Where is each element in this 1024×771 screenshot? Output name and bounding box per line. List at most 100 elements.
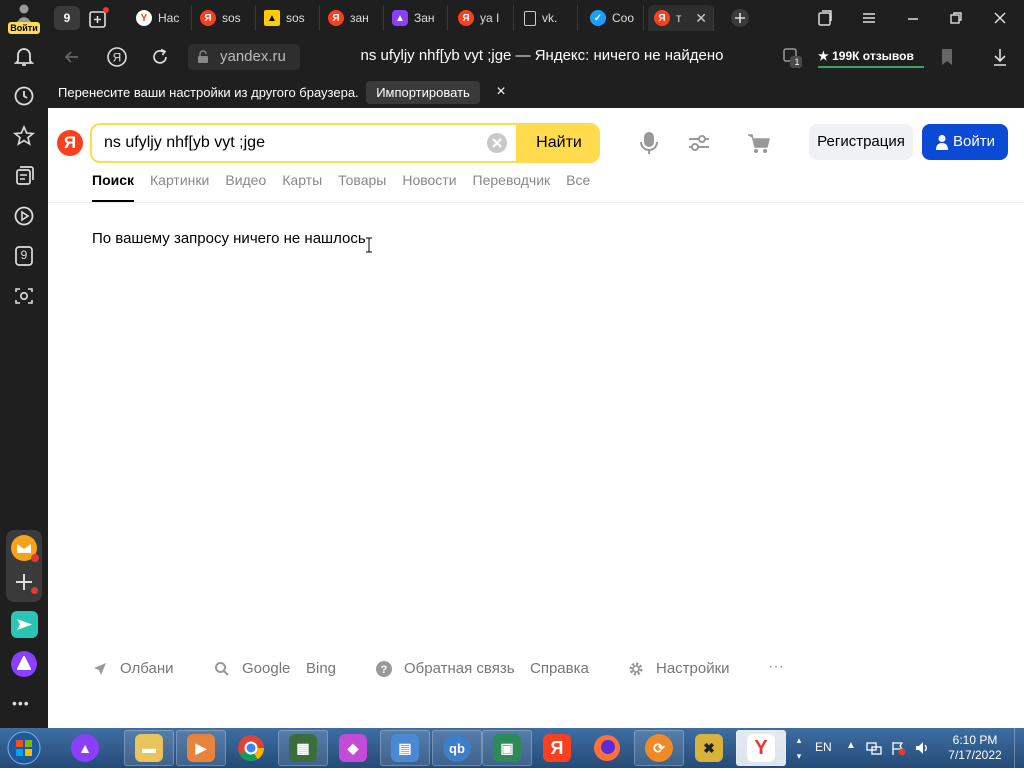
new-tab-group-icon[interactable]: [88, 7, 110, 29]
new-tab-plus-icon[interactable]: [730, 8, 750, 28]
tray-volume-icon[interactable]: [914, 740, 930, 756]
taskbar-media-player[interactable]: ▶: [176, 730, 226, 766]
menu-hamburger-icon[interactable]: [860, 9, 878, 27]
tab-search[interactable]: Поиск: [92, 172, 135, 202]
tabs-panel-icon[interactable]: [816, 9, 834, 27]
add-app-icon[interactable]: [12, 570, 38, 594]
import-button[interactable]: Импортировать: [366, 81, 480, 104]
control-panel-icon: ▤: [391, 734, 419, 762]
search-filters-sliders-icon[interactable]: [686, 132, 712, 154]
tab-products[interactable]: Товары: [338, 172, 386, 202]
reload-icon[interactable]: [149, 46, 171, 68]
collections-icon[interactable]: [12, 164, 36, 188]
footer-more-icon[interactable]: ···: [768, 658, 784, 676]
tab-2[interactable]: Я sos: [194, 5, 256, 31]
search-magnifier-icon: [215, 661, 229, 676]
back-arrow-icon[interactable]: [62, 47, 82, 67]
language-indicator[interactable]: EN: [815, 740, 832, 754]
tab-counter-icon[interactable]: 9: [12, 244, 36, 268]
yandex-home-icon[interactable]: Я: [106, 46, 128, 68]
search-submit-button[interactable]: Найти: [516, 125, 598, 161]
tab-label: Зан: [414, 11, 435, 25]
clear-query-icon[interactable]: [486, 132, 508, 154]
register-button[interactable]: Регистрация: [809, 124, 913, 160]
taskbar-yandex-browser-active[interactable]: Y: [736, 730, 786, 766]
tab-6[interactable]: Я ya I: [452, 5, 514, 31]
footer-help-link[interactable]: Справка: [530, 660, 589, 677]
tab-images[interactable]: Картинки: [150, 172, 209, 202]
taskbar-chrome[interactable]: [226, 730, 276, 766]
taskbar-alice[interactable]: ▲: [60, 730, 110, 766]
bookmark-icon[interactable]: [938, 47, 956, 67]
footer-settings-link[interactable]: Настройки: [628, 660, 730, 677]
download-manager-icon: ⟳: [645, 734, 673, 762]
start-button[interactable]: [4, 730, 44, 766]
url-field[interactable]: yandex.ru: [188, 44, 300, 70]
taskbar-task-manager[interactable]: ▦: [278, 730, 328, 766]
close-window-icon[interactable]: [991, 9, 1009, 27]
messenger-app-icon[interactable]: [11, 611, 38, 638]
tab-label: Нас: [158, 11, 180, 25]
taskbar-firefox[interactable]: [582, 730, 632, 766]
downloads-icon[interactable]: [991, 47, 1009, 67]
login-button[interactable]: Войти: [922, 124, 1008, 160]
tab-count-button[interactable]: 9: [54, 6, 80, 30]
tray-network-icon[interactable]: [866, 740, 882, 756]
footer-location[interactable]: Олбани: [92, 660, 174, 677]
tab-3[interactable]: ▲ sos: [258, 5, 320, 31]
taskbar-qbittorrent[interactable]: qb: [432, 730, 482, 766]
taskbar-game[interactable]: ✖: [684, 730, 734, 766]
taskbar-app-gem[interactable]: ◆: [328, 730, 378, 766]
voice-search-microphone-icon[interactable]: [638, 130, 660, 156]
tab-4[interactable]: Я зан: [322, 5, 384, 31]
tab-close-icon[interactable]: ✕: [695, 10, 707, 27]
tab-all[interactable]: Все: [566, 172, 590, 202]
lock-icon[interactable]: [196, 50, 210, 64]
yandex-logo[interactable]: Я: [57, 130, 83, 156]
tray-action-center-flag-icon[interactable]: [890, 740, 906, 756]
tab-8[interactable]: ✓ Coo: [584, 5, 644, 31]
media-play-icon[interactable]: [12, 204, 36, 228]
search-input[interactable]: [102, 131, 472, 155]
minimize-icon[interactable]: [904, 9, 922, 27]
footer-feedback-link[interactable]: ? Обратная связь: [376, 660, 515, 677]
tray-expand-icon[interactable]: ▲: [846, 740, 856, 751]
tab-5[interactable]: ▲ Зан: [386, 5, 448, 31]
tab-maps[interactable]: Карты: [282, 172, 322, 202]
profile-button[interactable]: Войти: [6, 2, 42, 34]
alice-assistant-icon[interactable]: [11, 651, 37, 677]
location-arrow-icon: [94, 662, 106, 675]
search-verticals-nav: Поиск Картинки Видео Карты Товары Новост…: [92, 172, 590, 202]
tab-translator[interactable]: Переводчик: [473, 172, 551, 202]
reviews-badge[interactable]: ★ 199К отзывов: [818, 46, 924, 68]
infobar-close-icon[interactable]: ×: [492, 82, 510, 102]
taskbar-clock[interactable]: 6:10 PM 7/17/2022: [940, 733, 1010, 763]
tab-video[interactable]: Видео: [225, 172, 266, 202]
yandex-search-tab-icon: Я: [200, 10, 216, 26]
screenshot-camera-icon[interactable]: [12, 284, 36, 308]
tab-news[interactable]: Новости: [402, 172, 456, 202]
tab-9-active[interactable]: Я т ✕: [648, 5, 714, 31]
taskbar-network[interactable]: ▣: [482, 730, 532, 766]
taskbar-yandex[interactable]: Я: [532, 730, 582, 766]
bookmarks-star-icon[interactable]: [12, 124, 36, 148]
zen-tab-icon: ▲: [392, 10, 408, 26]
taskbar-control-panel[interactable]: ▤: [380, 730, 430, 766]
shopping-cart-icon[interactable]: [746, 130, 772, 156]
sidebar-more-icon[interactable]: •••: [12, 696, 36, 710]
show-desktop-button[interactable]: [1014, 728, 1024, 768]
taskbar-explorer[interactable]: ▬: [124, 730, 174, 766]
footer-bing-link[interactable]: Bing: [306, 660, 336, 677]
login-badge: Войти: [8, 22, 40, 34]
help-question-icon: ?: [376, 660, 392, 677]
restore-window-icon[interactable]: [947, 9, 965, 27]
protect-shield-icon[interactable]: 1: [782, 46, 804, 70]
taskbar-download-manager[interactable]: ⟳: [634, 730, 684, 766]
taskbar-toolbar-arrows-icon[interactable]: ▴ ▾: [794, 732, 804, 764]
tab-1[interactable]: Y Нас: [130, 5, 192, 31]
footer-google-link[interactable]: Google: [214, 660, 290, 677]
history-clock-icon[interactable]: [12, 84, 36, 108]
mail-app-icon[interactable]: [11, 535, 39, 562]
notifications-bell-icon[interactable]: [12, 44, 36, 68]
tab-7[interactable]: vk.: [518, 5, 578, 31]
